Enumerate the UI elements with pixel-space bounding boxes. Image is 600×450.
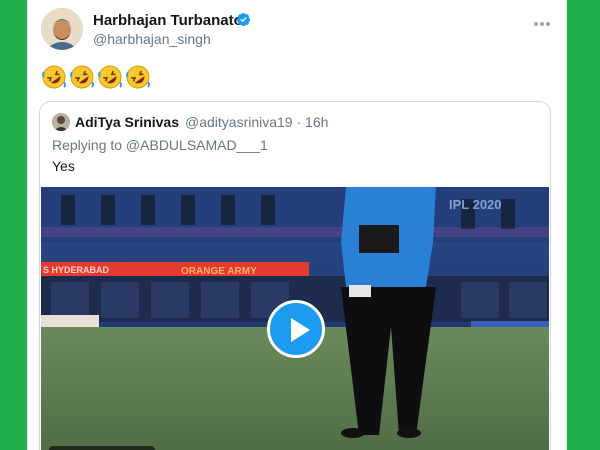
quote-text: Yes bbox=[52, 158, 75, 174]
author-name[interactable]: Harbhajan Turbanator bbox=[93, 12, 249, 29]
video-timer bbox=[49, 446, 155, 450]
author-avatar[interactable] bbox=[41, 8, 83, 50]
verified-badge-icon bbox=[236, 12, 251, 27]
video-player[interactable]: S HYDERABAD ORANGE ARMY IPL 2020 bbox=[41, 187, 549, 450]
quote-author-name[interactable]: AdiTya Srinivas bbox=[75, 114, 179, 130]
rolling-on-floor-laughing-emoji-icon bbox=[69, 64, 96, 90]
rolling-on-floor-laughing-emoji-icon bbox=[41, 64, 68, 90]
quote-author-meta: @adityasriniva19 · 16h bbox=[185, 114, 329, 130]
stadium-banner: IPL 2020 bbox=[449, 197, 502, 212]
rolling-on-floor-laughing-emoji-icon bbox=[125, 64, 152, 90]
author-handle[interactable]: @harbhajan_singh bbox=[93, 31, 211, 47]
tweet-card[interactable]: Harbhajan Turbanator @harbhajan_singh Ad… bbox=[27, 0, 567, 450]
quote-author-avatar[interactable] bbox=[52, 113, 70, 131]
stadium-banner: S HYDERABAD bbox=[43, 265, 110, 275]
tweet-text bbox=[41, 64, 152, 90]
quoted-tweet[interactable]: AdiTya Srinivas @adityasriniva19 · 16h R… bbox=[39, 101, 551, 450]
play-icon bbox=[291, 318, 310, 342]
replying-to-text: Replying to @ABDULSAMAD___1 bbox=[52, 137, 268, 153]
play-button[interactable] bbox=[267, 300, 325, 358]
rolling-on-floor-laughing-emoji-icon bbox=[97, 64, 124, 90]
more-options-icon[interactable] bbox=[532, 15, 552, 26]
stadium-banner: ORANGE ARMY bbox=[181, 266, 257, 277]
